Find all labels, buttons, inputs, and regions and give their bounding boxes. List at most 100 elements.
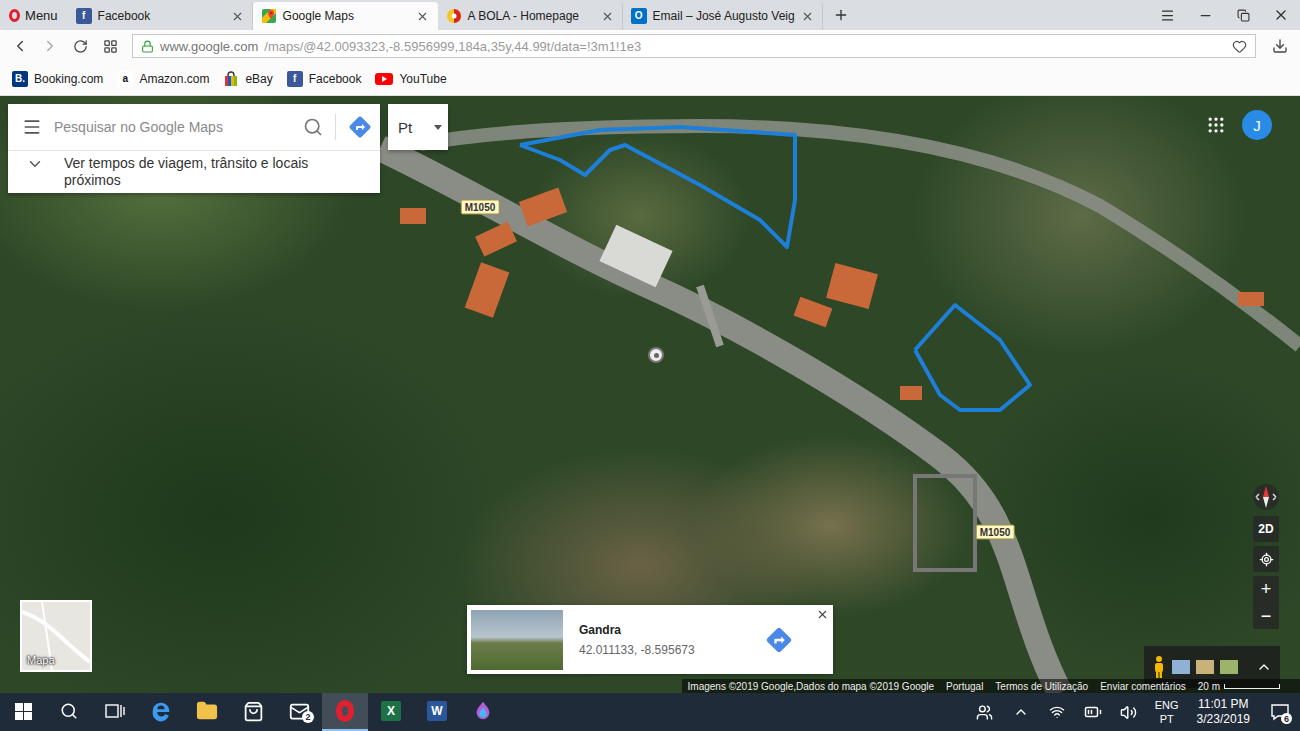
outlook-icon: O (631, 8, 647, 24)
close-window-button[interactable] (1262, 0, 1300, 30)
wifi-icon (1049, 704, 1065, 720)
browser-tab[interactable]: A BOLA - Homepage (438, 2, 623, 30)
network-button[interactable] (1039, 693, 1075, 731)
input-language[interactable]: ENGPT (1147, 693, 1187, 731)
side-path (700, 286, 720, 346)
desktop-screen: MenufFacebookGoogle MapsA BOLA - Homepag… (0, 0, 1300, 731)
bookmark[interactable]: aAmazon.com (117, 71, 209, 87)
map-footer: Imagens ©2019 Google,Dados do mapa ©2019… (682, 679, 1300, 693)
restore-icon (1237, 9, 1250, 22)
people-button[interactable] (967, 693, 1003, 731)
close-icon (816, 608, 829, 621)
zoom-in-button[interactable]: + (1253, 576, 1279, 602)
bookmark[interactable]: B.Booking.com (12, 71, 103, 87)
store-icon (243, 701, 264, 722)
opera-menu-button[interactable]: Menu (0, 0, 68, 30)
apps-grid-icon[interactable] (1206, 115, 1226, 135)
close-icon (1273, 7, 1289, 23)
road-label: M1050 (976, 525, 1015, 540)
browser-tab[interactable]: Google Maps (253, 2, 438, 30)
edge-icon (150, 700, 172, 722)
downloads-button[interactable] (1266, 32, 1294, 60)
browser-tab[interactable]: OEmail – José Augusto Veig (623, 2, 823, 30)
bookmark[interactable]: fFacebook (287, 71, 362, 87)
language-button[interactable]: Pt (388, 104, 448, 150)
start-button[interactable] (0, 693, 46, 731)
footer-link[interactable]: Termos de Utilização (995, 681, 1088, 692)
grid-icon (103, 39, 118, 54)
minimize-button[interactable] (1186, 0, 1224, 30)
footer-link[interactable]: Enviar comentários (1100, 681, 1186, 692)
close-tab-icon[interactable] (801, 10, 814, 23)
action-center-button[interactable]: 6 (1260, 693, 1300, 731)
mail-taskbar-button[interactable]: 2 (276, 693, 322, 731)
address-field[interactable]: www.google.com/maps/@42.0093323,-8.59569… (132, 34, 1256, 58)
road-m1050 (380, 148, 1060, 693)
bookmark[interactable]: YouTube (375, 72, 446, 86)
browser-tab[interactable]: fFacebook (68, 2, 253, 30)
place-photo[interactable] (471, 610, 563, 670)
forward-button[interactable] (36, 32, 64, 60)
paint3d-taskbar-button[interactable] (460, 693, 506, 731)
place-card[interactable]: Gandra42.011133, -8.595673 (467, 605, 833, 674)
opera-taskbar-button[interactable] (322, 693, 368, 731)
volume-button[interactable] (1111, 693, 1147, 731)
reload-button[interactable] (66, 32, 94, 60)
facebook-icon: f (76, 8, 92, 24)
zoom-out-button[interactable]: − (1253, 603, 1279, 629)
imagery-thumb[interactable] (1196, 660, 1214, 674)
edge-taskbar-button[interactable] (138, 693, 184, 731)
store-taskbar-button[interactable] (230, 693, 276, 731)
search-icon[interactable] (303, 117, 323, 137)
google-maps-icon (261, 8, 277, 24)
clock[interactable]: 11:01 PM3/23/2019 (1187, 693, 1260, 731)
pegman-icon[interactable] (1152, 655, 1166, 679)
road-label: M1050 (461, 200, 500, 215)
search-button[interactable] (46, 693, 92, 731)
excel-icon: X (381, 701, 401, 721)
satellite-map[interactable]: Pesquisar no Google Maps Ver tempos de vi… (0, 96, 1300, 693)
hidden-icons-button[interactable] (1003, 693, 1039, 731)
imagery-thumb[interactable] (1220, 660, 1238, 674)
ebay-bag-icon (223, 71, 239, 87)
task-view-button[interactable] (92, 693, 138, 731)
account-avatar[interactable]: J (1242, 110, 1272, 140)
file-explorer-icon (196, 700, 218, 722)
footer-link[interactable]: Portugal (946, 681, 983, 692)
chevron-up-icon[interactable] (1256, 659, 1272, 675)
map-controls: 2D +− (1252, 482, 1280, 629)
tab-menu-icon (1160, 8, 1175, 23)
map-type-toggle[interactable]: Mapa (20, 600, 92, 672)
bookmark-heart-icon[interactable] (1232, 39, 1247, 54)
plot-outline (520, 127, 795, 247)
word-taskbar-button[interactable]: W (414, 693, 460, 731)
close-tab-icon[interactable] (416, 10, 429, 23)
menu-icon[interactable] (22, 117, 42, 137)
view-2d-button[interactable]: 2D (1253, 516, 1279, 542)
directions-icon[interactable] (348, 115, 372, 139)
compass-icon[interactable] (1252, 482, 1280, 512)
my-location-button[interactable] (1253, 546, 1279, 572)
plot-outline (915, 305, 1030, 410)
speed-dial-button[interactable] (96, 32, 124, 60)
abola-icon (446, 8, 462, 24)
close-tab-icon[interactable] (231, 10, 244, 23)
close-card-button[interactable] (816, 608, 829, 621)
close-tab-icon[interactable] (601, 10, 614, 23)
imagery-thumb[interactable] (1172, 660, 1190, 674)
restore-button[interactable] (1224, 0, 1262, 30)
new-tab-button[interactable] (823, 0, 859, 30)
back-button[interactable] (6, 32, 34, 60)
battery-button[interactable] (1075, 693, 1111, 731)
location-pin[interactable] (648, 347, 664, 363)
amazon-icon: a (117, 71, 133, 87)
nearby-toggle[interactable]: Ver tempos de viagem, trânsito e locais … (8, 150, 380, 193)
explorer-taskbar-button[interactable] (184, 693, 230, 731)
bookmark[interactable]: eBay (223, 71, 272, 87)
directions-icon[interactable] (765, 626, 793, 654)
search-icon (60, 702, 78, 720)
scale-bar: 20 m (1198, 681, 1280, 692)
search-input[interactable]: Pesquisar no Google Maps (54, 119, 291, 135)
tab-menu-button[interactable] (1148, 0, 1186, 30)
excel-taskbar-button[interactable]: X (368, 693, 414, 731)
